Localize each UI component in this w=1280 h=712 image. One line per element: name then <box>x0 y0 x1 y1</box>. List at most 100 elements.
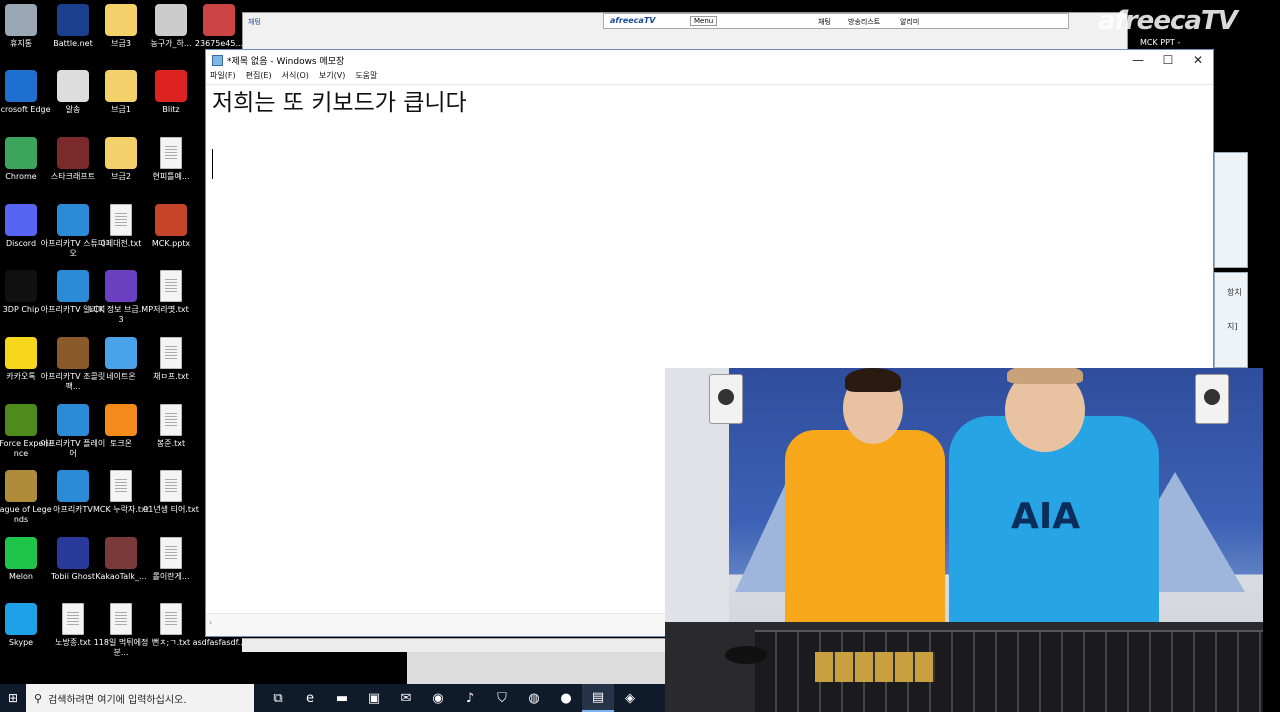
gold-keycaps <box>815 652 935 682</box>
windows-logo-icon: ⊞ <box>7 691 19 705</box>
text-file-icon <box>110 603 132 635</box>
person-left-hair <box>845 368 901 392</box>
afreecatv-icon <box>57 470 89 502</box>
afreeca-chat-tab[interactable]: 채팅 <box>248 17 261 27</box>
text-file-icon <box>160 270 182 302</box>
taskbar-afreeca-icon[interactable]: ◍ <box>518 684 550 712</box>
text-file-icon <box>110 470 132 502</box>
notepad-menu-bar: 파일(F) 편집(E) 서식(O) 보기(V) 도움말 <box>206 70 1213 84</box>
taskbar: ⊞ ⚲ 검색하려면 여기에 입력하십시오. ⧉ e ▬ ▣ ✉ ◉ ♪ ⛉ ◍ ● ▤ ◈ <box>0 684 665 712</box>
minimize-button[interactable]: — <box>1123 53 1153 67</box>
menu-file[interactable]: 파일(F) <box>210 70 236 84</box>
skype-icon <box>5 603 37 635</box>
side-panel-text-1: 항치 <box>1227 288 1242 297</box>
starcraft-icon <box>57 137 89 169</box>
alsong-icon <box>57 70 89 102</box>
desktop-icon-label: Blitz <box>162 105 180 114</box>
text-caret <box>212 149 213 179</box>
taskbar-store-icon[interactable]: ▣ <box>358 684 390 712</box>
afreeca-menu-button[interactable]: Menu <box>690 16 718 26</box>
talkon-icon <box>105 404 137 436</box>
taskbar-alsong-icon[interactable]: ♪ <box>454 684 486 712</box>
desktop-icon-label: 저라몃.txt <box>153 305 189 314</box>
afreeca-player-icon <box>57 404 89 436</box>
search-icon: ⚲ <box>34 691 43 705</box>
maximize-button[interactable]: ☐ <box>1153 53 1183 67</box>
afreeca-watermark-logo: afreecaTV <box>1098 6 1238 36</box>
background-image-strip <box>407 652 665 684</box>
blitz-icon <box>155 70 187 102</box>
afreeca-chat-button[interactable]: 채팅 <box>818 17 831 27</box>
taskbar-notepad-icon[interactable]: ▤ <box>582 684 614 712</box>
desktop-icon[interactable]: 저라몃.txt <box>138 270 204 315</box>
edge-icon <box>5 70 37 102</box>
desktop-icon-label: MCK.pptx <box>151 239 191 248</box>
folder-music-icon <box>105 70 137 102</box>
side-panel-text-2: 지] <box>1227 322 1238 331</box>
desktop-icon[interactable]: MCK.pptx <box>138 204 204 249</box>
text-file-icon <box>160 537 182 569</box>
notepad-app-icon <box>212 54 223 66</box>
text-file-icon <box>62 603 84 635</box>
afreeca-studio-icon <box>57 204 89 236</box>
melon-icon <box>5 537 37 569</box>
taskbar-edge-icon[interactable]: e <box>294 684 326 712</box>
afreeca-chocolate-icon <box>57 337 89 369</box>
desktop-icon[interactable]: 봉준.txt <box>138 404 204 449</box>
afreeca-notifier-button[interactable]: 알리미 <box>900 17 919 27</box>
folder-music-icon <box>105 137 137 169</box>
side-panel-bottom: 항치 지] <box>1214 272 1248 368</box>
webcam-left-speaker <box>709 374 743 424</box>
text-file-icon <box>160 404 182 436</box>
menu-view[interactable]: 보기(V) <box>319 70 345 84</box>
shirt-text: AIA <box>1011 496 1081 537</box>
taskbar-chrome-icon[interactable]: ◉ <box>422 684 454 712</box>
3dp-chip-icon <box>5 270 37 302</box>
person-right-hair <box>1007 368 1083 384</box>
background-window-strip <box>242 638 665 652</box>
yellow-shirt <box>785 430 945 630</box>
text-file-icon <box>160 603 182 635</box>
taskbar-melon-icon[interactable]: ● <box>550 684 582 712</box>
taskbar-search-box[interactable]: ⚲ 검색하려면 여기에 입력하십시오. <box>26 684 254 712</box>
menu-help[interactable]: 도움말 <box>355 70 377 84</box>
notepad-content: 저희는 또 키보드가 큽니다 <box>212 90 467 116</box>
text-file-icon <box>160 137 182 169</box>
desktop-icon-label: 현피틀예... <box>152 172 190 181</box>
desktop-icon[interactable]: 롤이란게... <box>138 537 204 582</box>
webcam-right-speaker <box>1195 374 1229 424</box>
desktop-icon-label: 롤이란게... <box>152 572 190 581</box>
desktop-icon[interactable]: 91년생 티어.txt <box>138 470 204 515</box>
image-file-icon <box>105 537 137 569</box>
search-placeholder: 검색하려면 여기에 입력하십시오. <box>48 694 187 706</box>
league-of-legends-icon <box>5 470 37 502</box>
image-file-icon <box>203 4 235 36</box>
text-file-icon <box>160 337 182 369</box>
notepad-title-bar[interactable]: *제목 없음 - Windows 메모장 — ☐ ✕ <box>206 50 1213 70</box>
taskbar-league-icon[interactable]: ◈ <box>614 684 646 712</box>
desktop-icon[interactable]: 현피틀예... <box>138 137 204 182</box>
close-button[interactable]: ✕ <box>1183 53 1213 67</box>
menu-format[interactable]: 서식(O) <box>282 70 309 84</box>
taskbar-task-view-icon[interactable]: ⧉ <box>262 684 294 712</box>
afreeca-broadcast-list-button[interactable]: 방송리스트 <box>848 17 880 27</box>
pptx-icon <box>155 204 187 236</box>
scroll-left-arrow-icon[interactable]: ‹ <box>209 618 212 627</box>
afreeca-chat-window[interactable]: 채팅 afreecaTV Menu 채팅 방송리스트 알리미 <box>242 12 1128 52</box>
mp3-icon <box>105 270 137 302</box>
text-file-icon <box>160 470 182 502</box>
desktop-icon-label: 봉준.txt <box>156 439 186 448</box>
desktop-icon[interactable]: 채ㅁ프.txt <box>138 337 204 382</box>
desktop-icon[interactable]: Blitz <box>138 70 204 115</box>
side-panel-top <box>1214 152 1248 268</box>
start-button[interactable]: ⊞ <box>0 684 26 712</box>
menu-edit[interactable]: 편집(E) <box>246 70 272 84</box>
taskbar-shield-icon[interactable]: ⛉ <box>486 684 518 712</box>
folder-music-icon <box>105 4 137 36</box>
geforce-icon <box>5 404 37 436</box>
afreeca-toolbar: afreecaTV Menu 채팅 방송리스트 알리미 <box>603 13 1069 29</box>
text-file-icon <box>110 204 132 236</box>
webcam-overlay: AIA <box>665 368 1263 712</box>
taskbar-file-explorer-icon[interactable]: ▬ <box>326 684 358 712</box>
taskbar-mail-icon[interactable]: ✉ <box>390 684 422 712</box>
